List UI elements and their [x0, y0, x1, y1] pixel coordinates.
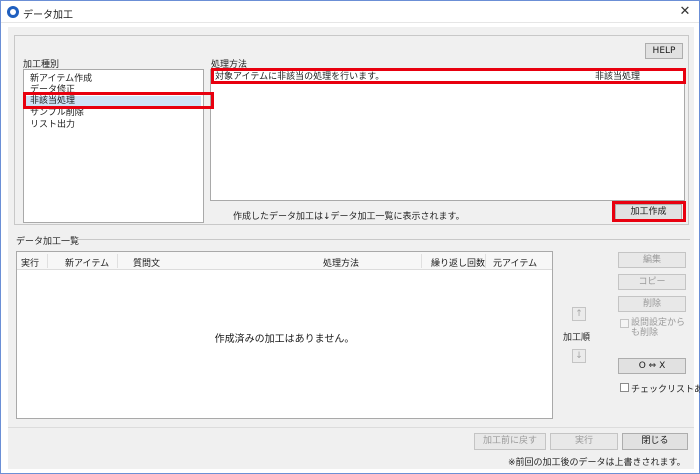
col-divider	[485, 254, 486, 268]
delete-button[interactable]: 削除	[618, 296, 686, 312]
processing-method-list[interactable]: 対象アイテムに非該当の処理を行います。 非該当処理	[210, 69, 685, 201]
create-note: 作成したデータ加工は↓データ加工一覧に表示されます。	[233, 212, 465, 222]
empty-list-message: 作成済みの加工はありません。	[214, 334, 355, 345]
execute-button[interactable]: 実行	[550, 433, 618, 450]
data-processing-window: データ加工 ✕ 加工種別 処理方法 HELP 新アイテム作成 データ修正 非該当…	[0, 0, 700, 474]
title-bar: データ加工 ✕	[1, 1, 699, 23]
toggle-ox-button[interactable]: O ⇔ X	[618, 358, 686, 374]
create-processing-button[interactable]: 加工作成	[615, 204, 682, 220]
processing-type-list[interactable]: 新アイテム作成 データ修正 非該当処理 サンプル削除 リスト出力	[23, 69, 204, 223]
processing-list-label: データ加工一覧	[16, 237, 80, 247]
app-icon	[7, 6, 19, 18]
close-button[interactable]: 閉じる	[622, 433, 688, 450]
revert-button[interactable]: 加工前に戻す	[474, 433, 546, 450]
method-description: 対象アイテムに非該当の処理を行います。	[215, 72, 385, 82]
col-repeat-count[interactable]: 繰り返し回数	[431, 256, 485, 269]
processing-list-grid[interactable]: 実行 新アイテム 質問文 処理方法 繰り返し回数 元アイテム 作成済みの加工はあ…	[16, 251, 553, 419]
type-item-list-output[interactable]: リスト出力	[30, 120, 75, 131]
type-item-not-applicable[interactable]: 非該当処理	[26, 96, 201, 107]
col-divider	[47, 254, 48, 268]
type-item-sample-delete[interactable]: サンプル削除	[30, 108, 84, 119]
checklist-label: チェックリストあり	[631, 385, 700, 395]
col-divider	[117, 254, 118, 268]
move-down-button[interactable]: ↓	[572, 349, 586, 363]
order-label: 加工順	[563, 333, 591, 343]
also-delete-setting-label: 設問設定からも削除	[631, 318, 686, 338]
client-area: 加工種別 処理方法 HELP 新アイテム作成 データ修正 非該当処理 サンプル削…	[8, 27, 700, 469]
overwrite-note: ※前回の加工後のデータは上書きされます。	[508, 458, 686, 468]
move-up-button[interactable]: ↑	[572, 307, 586, 321]
col-new-item[interactable]: 新アイテム	[65, 256, 109, 269]
col-method[interactable]: 処理方法	[323, 256, 359, 269]
grid-header: 実行 新アイテム 質問文 処理方法 繰り返し回数 元アイテム	[17, 252, 552, 270]
method-name: 非該当処理	[595, 72, 641, 82]
help-button[interactable]: HELP	[645, 43, 683, 59]
processing-setup-panel: 加工種別 処理方法 HELP 新アイテム作成 データ修正 非該当処理 サンプル削…	[14, 35, 689, 225]
col-divider	[421, 254, 422, 268]
col-question[interactable]: 質問文	[133, 256, 160, 269]
type-item-data-edit[interactable]: データ修正	[30, 85, 75, 96]
also-delete-setting-checkbox[interactable]	[620, 319, 629, 328]
checklist-checkbox[interactable]	[620, 383, 629, 392]
list-group-line	[78, 239, 690, 240]
edit-button[interactable]: 編集	[618, 252, 686, 268]
method-row[interactable]: 対象アイテムに非該当の処理を行います。 非該当処理	[215, 72, 681, 83]
col-execute[interactable]: 実行	[21, 256, 39, 269]
col-source-item[interactable]: 元アイテム	[493, 256, 537, 269]
window-title: データ加工	[23, 10, 73, 21]
copy-button[interactable]: コピー	[618, 274, 686, 290]
footer-divider	[8, 427, 694, 428]
type-item-new-item[interactable]: 新アイテム作成	[30, 74, 92, 85]
close-window-button[interactable]: ✕	[677, 4, 693, 20]
